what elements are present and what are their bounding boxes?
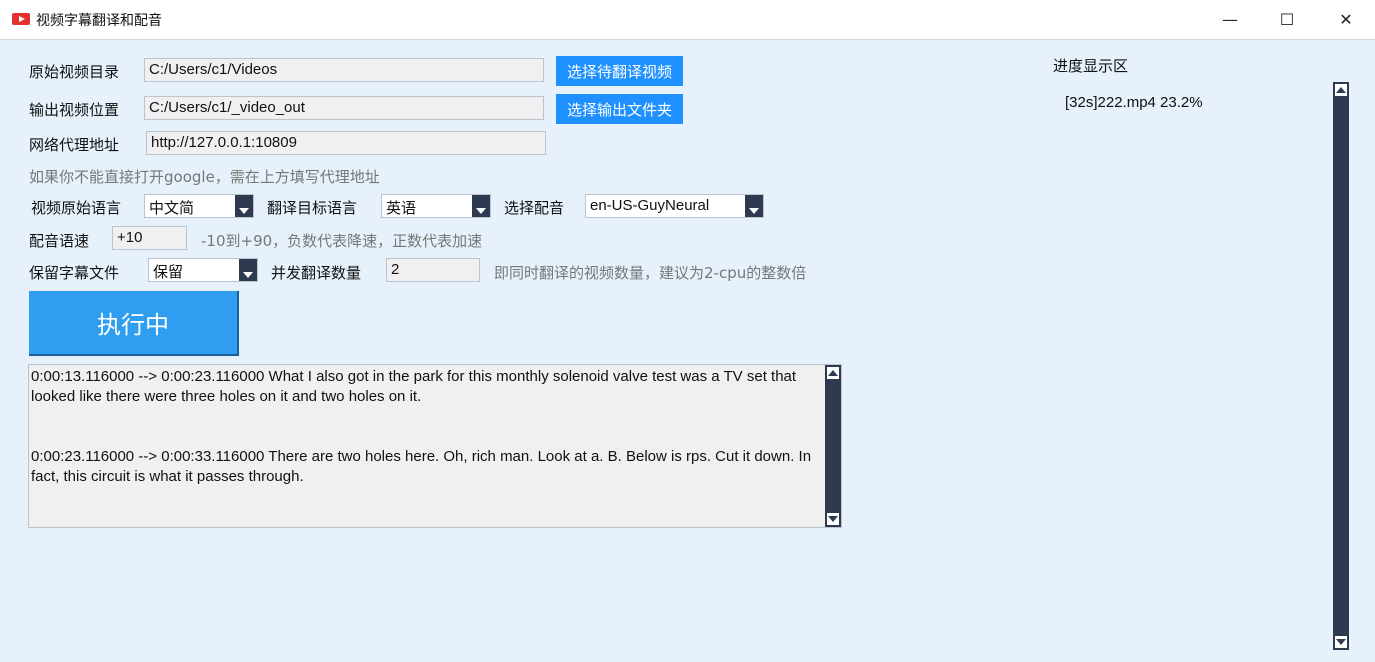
- progress-scrollbar[interactable]: [1333, 82, 1349, 650]
- maximize-button[interactable]: ☐: [1259, 0, 1315, 39]
- subtitle-label: 保留字幕文件: [29, 264, 120, 282]
- target-language-label: 翻译目标语言: [267, 199, 358, 217]
- app-logo-icon: [12, 13, 30, 25]
- progress-item: [32s]222.mp4 23.2%: [1065, 94, 1203, 111]
- proxy-label: 网络代理地址: [29, 136, 120, 154]
- select-output-button[interactable]: 选择输出文件夹: [556, 94, 683, 124]
- log-entry: 0:00:13.116000 --> 0:00:23.116000 What I…: [31, 368, 797, 405]
- chevron-down-icon[interactable]: [235, 195, 253, 217]
- log-scrollbar[interactable]: [825, 365, 841, 527]
- voice-select[interactable]: en-US-GuyNeural: [585, 194, 764, 218]
- subtitle-log[interactable]: 0:00:13.116000 --> 0:00:23.116000 What I…: [28, 364, 842, 528]
- concurrency-input[interactable]: 2: [386, 258, 480, 282]
- source-dir-label: 原始视频目录: [29, 63, 120, 81]
- select-source-button[interactable]: 选择待翻译视频: [556, 56, 683, 86]
- chevron-down-icon[interactable]: [239, 259, 257, 281]
- subtitle-select[interactable]: 保留: [148, 258, 258, 282]
- output-dir-input[interactable]: C:/Users/c1/_video_out: [144, 96, 544, 120]
- chevron-down-icon[interactable]: [745, 195, 763, 217]
- log-entry: 0:00:23.116000 --> 0:00:33.116000 There …: [31, 448, 812, 485]
- window-title: 视频字幕翻译和配音: [36, 13, 162, 29]
- source-dir-input[interactable]: C:/Users/c1/Videos: [144, 58, 544, 82]
- run-button[interactable]: 执行中: [29, 291, 239, 356]
- subtitle-value: 保留: [153, 264, 184, 281]
- output-dir-label: 输出视频位置: [29, 101, 120, 119]
- title-bar: 视频字幕翻译和配音 — ☐ ✕: [0, 0, 1375, 40]
- chevron-down-icon[interactable]: [472, 195, 490, 217]
- scroll-down-icon[interactable]: [827, 513, 839, 525]
- target-language-select[interactable]: 英语: [381, 194, 491, 218]
- concurrency-label: 并发翻译数量: [271, 264, 362, 282]
- voice-value: en-US-GuyNeural: [590, 197, 710, 214]
- speed-label: 配音语速: [29, 232, 90, 250]
- source-language-select[interactable]: 中文简: [144, 194, 254, 218]
- target-language-value: 英语: [386, 200, 417, 217]
- source-language-label: 视频原始语言: [31, 199, 122, 217]
- proxy-input[interactable]: http://127.0.0.1:10809: [146, 131, 546, 155]
- scroll-up-icon[interactable]: [827, 367, 839, 379]
- proxy-hint: 如果你不能直接打开google，需在上方填写代理地址: [29, 168, 380, 186]
- speed-hint: -10到+90，负数代表降速，正数代表加速: [201, 232, 483, 250]
- scroll-up-icon[interactable]: [1335, 84, 1347, 96]
- concurrency-hint: 即同时翻译的视频数量，建议为2-cpu的整数倍: [494, 264, 807, 282]
- scroll-down-icon[interactable]: [1335, 636, 1347, 648]
- minimize-button[interactable]: —: [1202, 0, 1258, 39]
- progress-title: 进度显示区: [1053, 57, 1129, 75]
- source-language-value: 中文简: [149, 200, 195, 217]
- speed-input[interactable]: +10: [112, 226, 187, 250]
- close-button[interactable]: ✕: [1318, 0, 1374, 39]
- voice-label: 选择配音: [504, 199, 565, 217]
